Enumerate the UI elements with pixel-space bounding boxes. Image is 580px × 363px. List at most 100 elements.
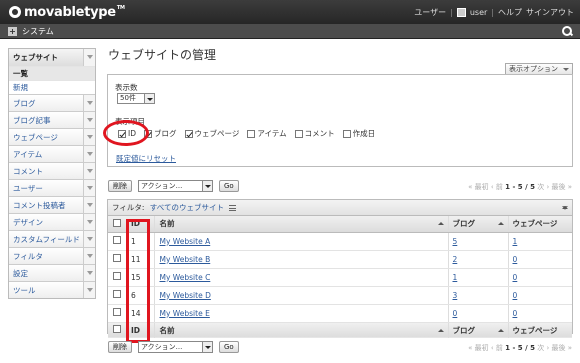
column-option[interactable]: ウェブページ <box>184 128 239 139</box>
row-select-cell[interactable] <box>108 250 125 269</box>
table-row[interactable]: 14 My Website E00 <box>108 304 572 323</box>
column-option[interactable]: アイテム <box>247 128 287 139</box>
blog-count-link[interactable]: 2 <box>453 255 458 264</box>
row-checkbox[interactable] <box>113 272 121 280</box>
perpage-value[interactable]: 50件 <box>117 93 145 104</box>
reset-default-link[interactable]: 既定値にリセット <box>116 153 176 164</box>
sidebar-item[interactable]: 設定 <box>9 264 95 281</box>
action-select[interactable]: アクション... <box>138 341 213 353</box>
row-select-cell[interactable] <box>108 304 125 323</box>
page-count-link[interactable]: 0 <box>513 273 518 282</box>
scope-toggle-icon[interactable]: + <box>8 27 17 36</box>
sidebar-subitem[interactable]: 一覧 <box>9 66 95 80</box>
delete-button[interactable]: 削除 <box>108 180 132 192</box>
sidebar-item-label[interactable]: ツール <box>9 285 36 296</box>
row-select-cell[interactable] <box>108 286 125 305</box>
table-row[interactable]: 15 My Website C10 <box>108 268 572 287</box>
select-all-cell[interactable] <box>108 321 125 338</box>
sidebar-item[interactable]: カスタムフィールド <box>9 230 95 247</box>
movabletype-logo[interactable]: movabletype TM <box>9 4 125 20</box>
pager-first[interactable]: « 最初 <box>468 344 489 352</box>
select-all-cell[interactable] <box>108 216 125 233</box>
perpage-select[interactable]: 50件 <box>117 93 155 104</box>
page-count-link[interactable]: 0 <box>513 255 518 264</box>
select-all-checkbox[interactable] <box>113 325 121 334</box>
pager-first[interactable]: « 最初 <box>468 183 489 191</box>
sidebar-item-label[interactable]: ブログ <box>9 98 36 109</box>
chevron-down-icon[interactable] <box>203 180 213 192</box>
sidebar-item-label[interactable]: コメント投稿者 <box>9 200 66 211</box>
website-name-link[interactable]: My Website A <box>160 237 211 246</box>
sidebar-item-label[interactable]: ブログ記事 <box>9 115 51 126</box>
pager-next[interactable]: 次 › <box>537 344 549 352</box>
filter-bar[interactable]: フィルタ: すべてのウェブサイト <box>108 200 572 216</box>
sidebar-item-label[interactable]: フィルタ <box>9 251 43 262</box>
page-count-link[interactable]: 0 <box>513 309 518 318</box>
header-pages[interactable]: ウェブページ <box>507 216 572 233</box>
page-count-link[interactable]: 1 <box>513 237 518 246</box>
website-name-link[interactable]: My Website D <box>160 291 211 300</box>
chevron-down-icon[interactable] <box>83 163 95 179</box>
filter-name[interactable]: すべてのウェブサイト <box>150 203 224 212</box>
sidebar-item-label[interactable]: ウェブサイト <box>9 52 58 63</box>
column-option[interactable]: コメント <box>294 128 335 139</box>
sidebar-item[interactable]: コメント <box>9 162 95 179</box>
footer-name[interactable]: 名前 <box>153 321 448 338</box>
chevron-down-icon[interactable] <box>83 197 95 213</box>
row-checkbox[interactable] <box>113 254 121 262</box>
sidebar-item-label[interactable]: コメント <box>9 166 43 177</box>
footer-pages[interactable]: ウェブページ <box>507 206 572 338</box>
sidebar-item[interactable]: デザイン <box>9 213 95 230</box>
username-link[interactable]: user <box>470 8 487 17</box>
sidebar-item[interactable]: ウェブサイト <box>9 49 95 66</box>
row-checkbox[interactable] <box>113 290 121 298</box>
sidebar-item[interactable]: ユーザー <box>9 179 95 196</box>
sidebar-item-label[interactable]: ユーザー <box>9 183 43 194</box>
website-name-link[interactable]: My Website C <box>160 273 211 282</box>
chevron-down-icon[interactable] <box>83 146 95 162</box>
search-icon[interactable] <box>562 26 572 36</box>
action-select-value[interactable]: アクション... <box>138 180 203 192</box>
sidebar-subitem-label[interactable]: 新規 <box>13 82 28 93</box>
blog-count-link[interactable]: 1 <box>453 273 458 282</box>
table-row[interactable]: 1 My Website A51 <box>108 232 572 251</box>
blog-count-link[interactable]: 3 <box>453 291 458 300</box>
action-select-value[interactable]: アクション... <box>138 341 203 353</box>
website-name-link[interactable]: My Website E <box>160 309 210 318</box>
header-name[interactable]: 名前 <box>153 216 448 233</box>
pager-prev[interactable]: ‹ 前 <box>491 344 503 352</box>
chevron-down-icon[interactable] <box>83 265 95 281</box>
table-row[interactable]: 11 My Website B20 <box>108 250 572 269</box>
sidebar-item[interactable]: コメント投稿者 <box>9 196 95 213</box>
column-option[interactable]: 作成日 <box>342 128 375 139</box>
header-blog[interactable]: ブログ <box>447 216 508 233</box>
footer-blog[interactable]: ブログ <box>447 321 508 338</box>
sidebar-item[interactable]: ツール <box>9 281 95 298</box>
help-link[interactable]: ヘルプ <box>498 7 522 18</box>
chevron-down-icon[interactable] <box>83 180 95 196</box>
select-all-checkbox[interactable] <box>113 218 121 227</box>
pager-next[interactable]: 次 › <box>537 183 549 191</box>
column-checkbox[interactable] <box>184 129 193 138</box>
sidebar-subitem-label[interactable]: 一覧 <box>13 68 28 79</box>
sidebar-item-label[interactable]: デザイン <box>9 217 43 228</box>
delete-button[interactable]: 削除 <box>108 341 132 353</box>
pager-last[interactable]: 最後 » <box>551 344 572 352</box>
row-checkbox[interactable] <box>113 236 121 244</box>
sidebar-item[interactable]: フィルタ <box>9 247 95 264</box>
sidebar-item-label[interactable]: アイテム <box>9 149 42 160</box>
sidebar-item-label[interactable]: 設定 <box>9 268 28 279</box>
chevron-down-icon[interactable] <box>203 341 213 353</box>
sidebar-item-label[interactable]: カスタムフィールド <box>9 234 80 245</box>
row-select-cell[interactable] <box>108 268 125 287</box>
sidebar-item-label[interactable]: ウェブページ <box>9 132 58 143</box>
column-checkbox[interactable] <box>342 129 351 138</box>
row-select-cell[interactable] <box>108 232 125 251</box>
signout-link[interactable]: サインアウト <box>526 7 574 18</box>
pager-prev[interactable]: ‹ 前 <box>491 183 503 191</box>
sidebar-item[interactable]: ブログ <box>9 94 95 111</box>
chevron-down-icon[interactable] <box>83 49 95 66</box>
go-button[interactable]: Go <box>219 341 239 353</box>
page-count-link[interactable]: 0 <box>513 291 518 300</box>
pager-last[interactable]: 最後 » <box>551 183 572 191</box>
